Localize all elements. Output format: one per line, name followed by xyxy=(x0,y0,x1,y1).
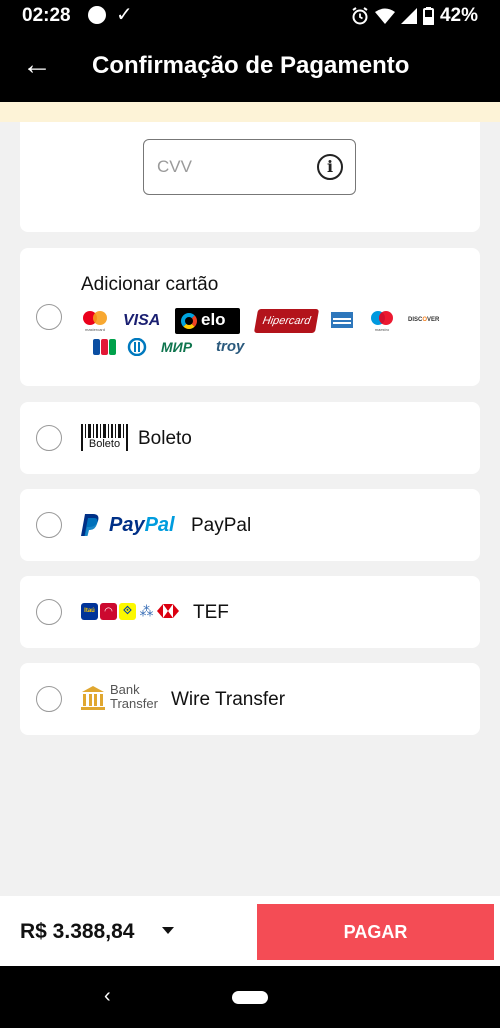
paypal-label: PayPal xyxy=(191,515,252,536)
dropdown-caret-icon[interactable] xyxy=(162,927,174,935)
info-icon[interactable]: i xyxy=(317,154,343,180)
paypal-logo: PayPal xyxy=(109,514,175,536)
elo-icon: elo xyxy=(175,308,240,334)
status-bar: 02:28 ✓ 42% xyxy=(0,0,500,32)
status-icons: 42% xyxy=(351,5,478,27)
svg-text:maestro: maestro xyxy=(375,327,390,332)
barcode-icon: Boleto xyxy=(81,424,128,451)
signal-icon xyxy=(400,8,417,24)
maestro-icon: maestro xyxy=(371,311,393,332)
jcb-icon xyxy=(93,339,116,355)
svg-text:mastercard: mastercard xyxy=(85,327,105,332)
pay-button[interactable]: PAGAR xyxy=(257,904,494,960)
hsbc-icon xyxy=(157,604,179,618)
hipercard-icon: Hipercard xyxy=(253,309,320,333)
troy-icon: troy xyxy=(216,338,245,355)
app-bar: ← Confirmação de Pagamento xyxy=(0,32,500,102)
radio-boleto[interactable] xyxy=(36,425,62,451)
payment-option-tef[interactable]: Itaú ◠ ⟐ ⁂ TEF xyxy=(20,576,480,648)
boleto-icon-text: Boleto xyxy=(81,437,128,451)
nav-back-icon[interactable]: ‹ xyxy=(104,985,111,1007)
amex-icon xyxy=(331,312,353,328)
santander-icon: ⁂ xyxy=(139,602,154,619)
bank-transfer-icon-line1: Bank xyxy=(110,682,140,697)
itau-icon: Itaú xyxy=(81,602,98,620)
page-title: Confirmação de Pagamento xyxy=(92,52,410,79)
boleto-label: Boleto xyxy=(138,428,192,449)
tef-label: TEF xyxy=(193,602,229,623)
pay-button-label: PAGAR xyxy=(343,922,408,942)
payment-option-paypal[interactable]: PayPal PayPal xyxy=(20,489,480,561)
add-card-label: Adicionar cartão xyxy=(81,274,219,295)
download-done-icon: ✓ xyxy=(116,4,133,26)
order-total[interactable]: R$ 3.388,84 xyxy=(20,920,134,944)
notice-strip xyxy=(0,102,500,122)
status-time: 02:28 xyxy=(22,5,71,26)
cvv-card: i xyxy=(20,122,480,232)
radio-wire-transfer[interactable] xyxy=(36,686,62,712)
wire-transfer-label: Wire Transfer xyxy=(171,689,286,710)
payment-option-card[interactable]: Adicionar cartão mastercard VISA elo Hip… xyxy=(20,248,480,386)
diners-club-icon xyxy=(127,338,147,356)
back-arrow-icon[interactable]: ← xyxy=(22,48,52,82)
battery-icon xyxy=(422,7,434,25)
cvv-field[interactable]: i xyxy=(143,139,356,195)
bank-logos-icon: Itaú ◠ ⟐ ⁂ xyxy=(81,602,179,620)
radio-add-card[interactable] xyxy=(36,304,62,330)
system-nav-bar: ‹ xyxy=(0,966,500,1028)
cvv-input[interactable] xyxy=(157,154,307,180)
bank-transfer-icon-line2: Transfer xyxy=(110,696,158,711)
nav-home-pill[interactable] xyxy=(232,991,268,1004)
payment-option-boleto[interactable]: Boleto Boleto xyxy=(20,402,480,474)
alarm-icon xyxy=(352,7,368,25)
battery-percent: 42% xyxy=(439,5,478,26)
payment-option-wire-transfer[interactable]: Bank Transfer Wire Transfer xyxy=(20,663,480,735)
paypal-p-icon xyxy=(81,514,99,536)
radio-paypal[interactable] xyxy=(36,512,62,538)
discover-icon: DISCOVER xyxy=(408,317,440,323)
wifi-icon xyxy=(374,8,395,24)
visa-icon: VISA xyxy=(123,312,161,329)
radio-tef[interactable] xyxy=(36,599,62,625)
bank-building-icon xyxy=(81,686,105,710)
mastercard-icon: mastercard xyxy=(83,311,107,332)
notification-dot-icon xyxy=(88,6,106,24)
banco-do-brasil-icon: ⟐ xyxy=(119,602,136,620)
mir-icon: МИР xyxy=(161,339,193,355)
checkout-footer: R$ 3.388,84 PAGAR xyxy=(0,896,500,966)
bradesco-icon: ◠ xyxy=(100,602,117,620)
